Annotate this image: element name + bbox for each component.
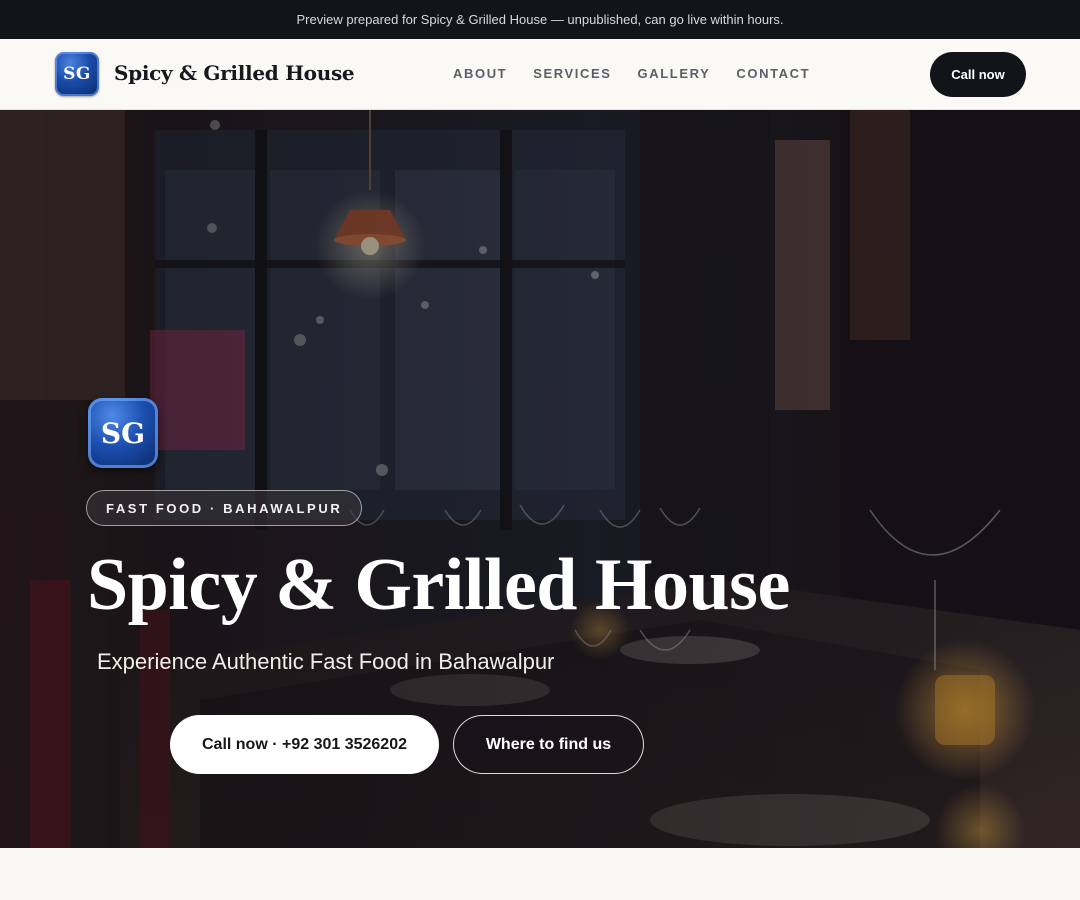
hero-section: SG FAST FOOD · BAHAWALPUR Spicy & Grille… [0,110,1080,848]
nav-link-about[interactable]: ABOUT [453,66,507,81]
brand-logo[interactable]: SG [55,52,99,96]
hero-logo-badge: SG [88,398,158,468]
preview-banner-text: Preview prepared for Spicy & Grilled Hou… [296,12,784,27]
top-navbar: SG Spicy & Grilled House ABOUT SERVICES … [0,39,1080,110]
hero-title: Spicy & Grilled House [87,544,790,626]
category-tag: FAST FOOD · BAHAWALPUR [86,490,363,526]
preview-banner: Preview prepared for Spicy & Grilled Hou… [0,0,1080,39]
brand-name[interactable]: Spicy & Grilled House [114,61,355,85]
nav-link-contact[interactable]: CONTACT [736,66,810,81]
call-now-button[interactable]: Call now [930,52,1026,97]
nav-links: ABOUT SERVICES GALLERY CONTACT [453,66,836,81]
find-us-button[interactable]: Where to find us [453,715,644,774]
below-hero-section [0,848,1080,900]
call-phone-button[interactable]: Call now · +92 301 3526202 [170,715,439,774]
nav-link-services[interactable]: SERVICES [533,66,611,81]
hero-subtitle: Experience Authentic Fast Food in Bahawa… [97,649,555,674]
nav-link-gallery[interactable]: GALLERY [638,66,711,81]
